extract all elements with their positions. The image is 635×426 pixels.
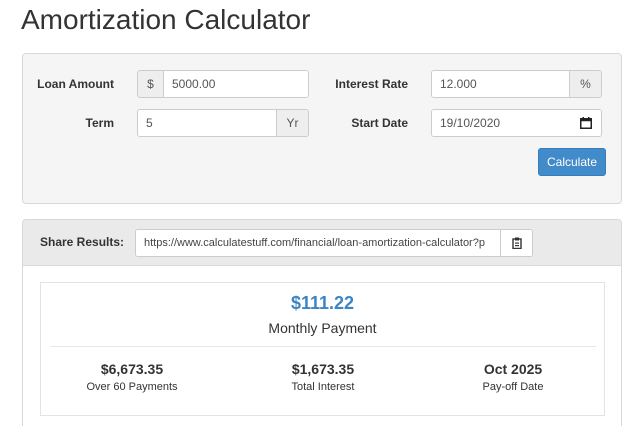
share-url-group — [135, 229, 533, 257]
loan-amount-label: Loan Amount — [37, 77, 114, 91]
calculate-button[interactable]: Calculate — [538, 148, 606, 176]
monthly-payment-amount: $111.22 — [290, 293, 355, 313]
total-interest-value: $1,673.35 — [291, 361, 355, 377]
share-results-label: Share Results: — [40, 235, 125, 249]
total-interest-stat: $1,673.35 Total Interest — [233, 361, 413, 393]
results-panel: Share Results: $111.22 Monthly Payment $… — [22, 219, 622, 426]
start-date-label: Start Date — [351, 116, 408, 130]
calculator-form-panel: Loan Amount $ Interest Rate % Term Yr St… — [22, 53, 622, 204]
interest-rate-label: Interest Rate — [335, 77, 408, 91]
total-payments-value: $6,673.35 — [100, 361, 164, 377]
clipboard-icon — [511, 237, 522, 249]
payment-summary: $111.22 Monthly Payment $6,673.35 Over 6… — [40, 282, 605, 416]
payoff-date-label: Pay-off Date — [482, 381, 544, 393]
total-payments-label: Over 60 Payments — [86, 381, 178, 393]
copy-button[interactable] — [500, 230, 532, 256]
term-label: Term — [85, 116, 114, 130]
dollar-prefix: $ — [138, 71, 164, 97]
term-input[interactable] — [138, 110, 276, 136]
monthly-payment-label: Monthly Payment — [268, 320, 377, 336]
interest-rate-input[interactable] — [432, 71, 569, 97]
share-url-input[interactable] — [136, 230, 500, 256]
interest-rate-group: % — [431, 70, 602, 98]
percent-suffix: % — [569, 71, 601, 97]
total-interest-label: Total Interest — [291, 381, 355, 393]
start-date-group — [431, 109, 602, 137]
total-payments-stat: $6,673.35 Over 60 Payments — [42, 361, 222, 393]
share-results-bar: Share Results: — [23, 220, 621, 266]
page-title: Amortization Calculator — [21, 4, 311, 35]
payoff-date-stat: Oct 2025 Pay-off Date — [423, 361, 603, 393]
calendar-icon[interactable] — [571, 110, 601, 136]
summary-divider — [51, 346, 596, 347]
start-date-input[interactable] — [432, 110, 571, 136]
payoff-date-value: Oct 2025 — [483, 361, 543, 377]
